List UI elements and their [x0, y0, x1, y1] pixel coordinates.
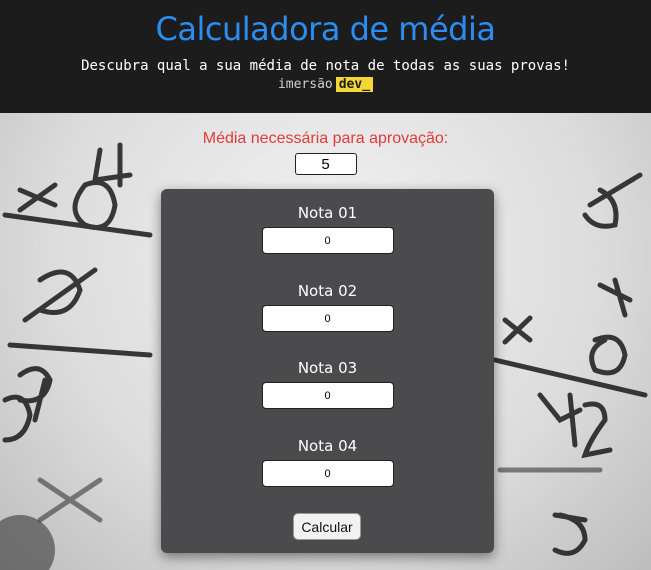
approval-grade-input[interactable]: [294, 153, 357, 175]
page-title: Calculadora de média: [155, 10, 496, 48]
page-subtitle: Descubra qual a sua média de nota de tod…: [81, 58, 570, 74]
nota-group-2: Nota 02: [161, 282, 494, 332]
nota-group-1: Nota 01: [161, 204, 494, 254]
nota-01-input[interactable]: [261, 227, 394, 254]
nota-03-input[interactable]: [261, 382, 394, 409]
calculate-button[interactable]: Calcular: [293, 513, 361, 540]
nota-04-input[interactable]: [261, 460, 394, 487]
grades-card: Nota 01 Nota 02 Nota 03 Nota 04 Calcular: [161, 189, 494, 553]
approval-section: Média necessária para aprovação:: [0, 130, 651, 175]
nota-group-3: Nota 03: [161, 359, 494, 409]
nota-02-input[interactable]: [261, 305, 394, 332]
nota-label: Nota 01: [297, 204, 358, 222]
nota-label: Nota 04: [297, 437, 358, 455]
nota-group-4: Nota 04: [161, 437, 494, 487]
page-header: Calculadora de média Descubra qual a sua…: [0, 0, 651, 113]
nota-label: Nota 03: [297, 359, 358, 377]
brand-tag: dev_: [335, 77, 374, 92]
nota-label: Nota 02: [297, 282, 358, 300]
brand-prefix: imersão: [277, 77, 333, 92]
approval-label: Média necessária para aprovação:: [202, 130, 449, 147]
brand-logo: imersão dev_: [0, 77, 651, 92]
